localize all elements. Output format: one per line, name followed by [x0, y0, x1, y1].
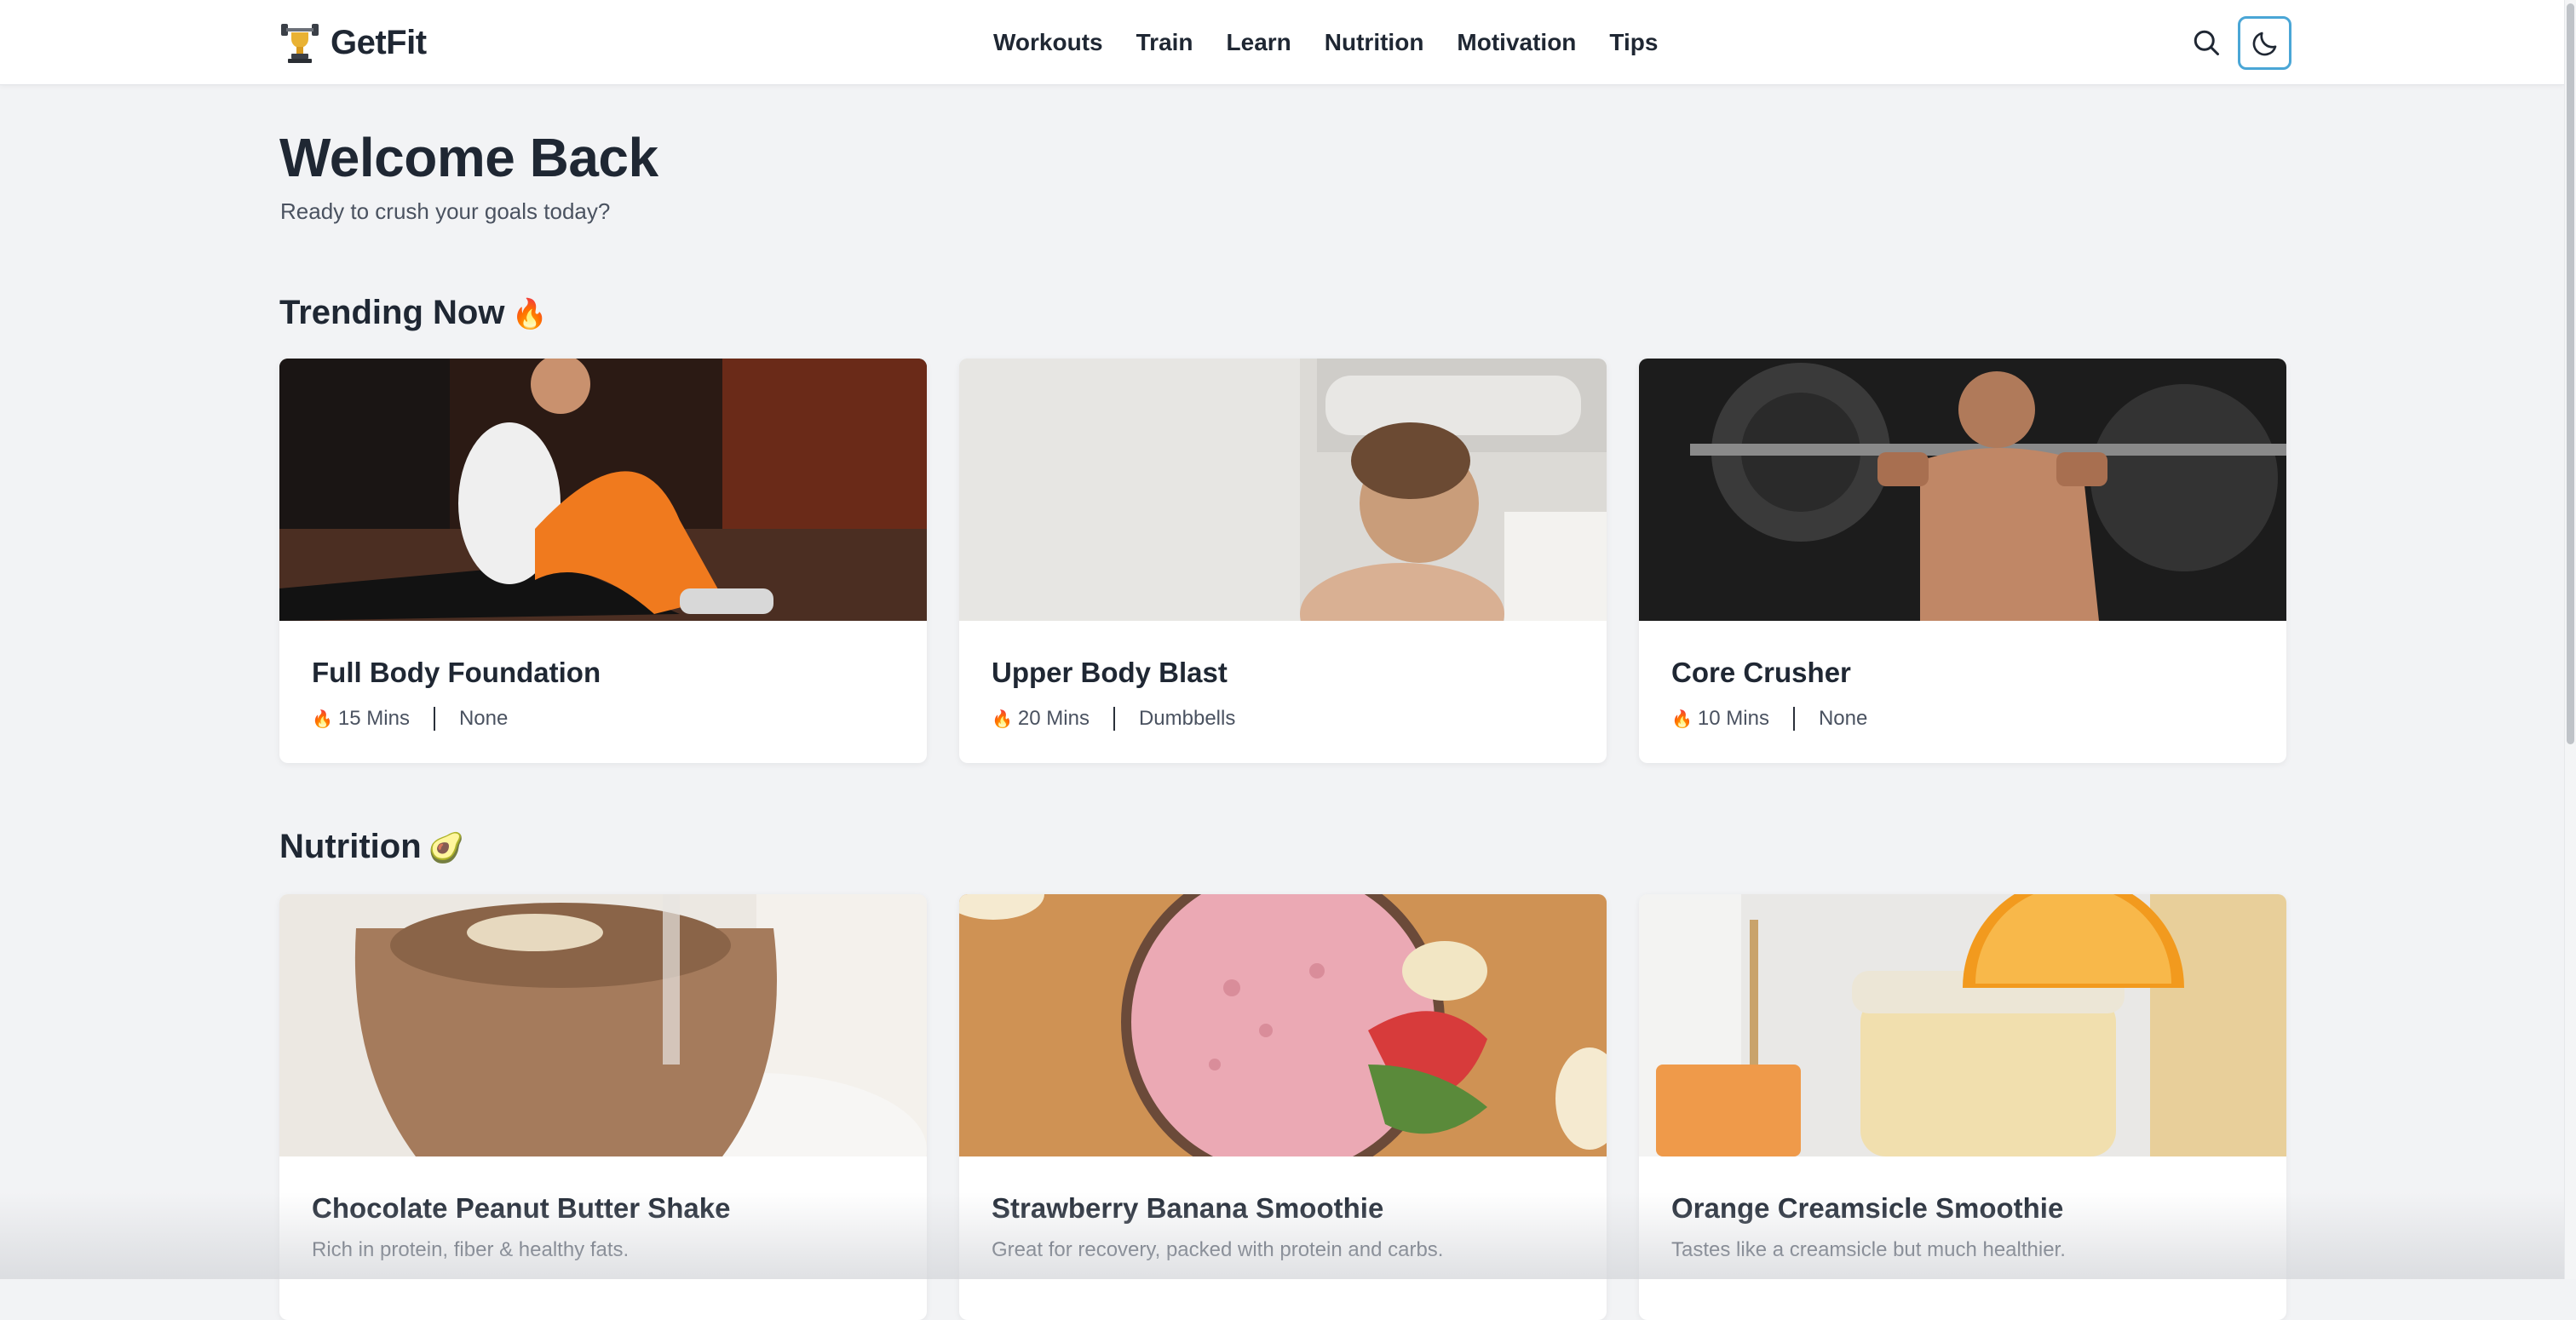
card-equipment: Dumbbells	[1138, 707, 1236, 730]
fire-icon: 🔥	[511, 298, 548, 330]
brand-name: GetFit	[331, 23, 427, 61]
nutrition-section-title: Nutrition 🥑	[279, 828, 464, 866]
workout-image	[1639, 359, 2286, 621]
page-subtitle: Ready to crush your goals today?	[280, 198, 611, 224]
scrollbar-thumb[interactable]	[2567, 3, 2574, 744]
nav-tips[interactable]: Tips	[1609, 29, 1658, 56]
card-description: Tastes like a creamsicle but much health…	[1671, 1238, 2066, 1261]
page-title: Welcome Back	[279, 127, 658, 188]
card-title: Full Body Foundation	[312, 657, 601, 688]
card-duration: 10 Mins	[1697, 707, 1769, 730]
nav-motivation[interactable]: Motivation	[1457, 29, 1576, 56]
theme-toggle-button[interactable]	[2238, 16, 2291, 70]
fire-icon: 🔥	[312, 709, 333, 729]
main-nav: Workouts Train Learn Nutrition Motivatio…	[993, 22, 1658, 63]
fire-icon: 🔥	[1671, 709, 1693, 729]
avocado-icon: 🥑	[428, 832, 464, 864]
card-description: Great for recovery, packed with protein …	[992, 1238, 1444, 1261]
recipe-image	[279, 894, 927, 1156]
recipe-card-chocolate-shake[interactable]: Chocolate Peanut Butter Shake Rich in pr…	[279, 894, 927, 1320]
top-navbar: GetFit Workouts Train Learn Nutrition Mo…	[0, 0, 2564, 85]
search-icon	[2194, 30, 2219, 55]
moon-icon	[2252, 32, 2276, 55]
workout-card-full-body[interactable]: Full Body Foundation 🔥 15 Mins None	[279, 359, 927, 763]
fire-icon: 🔥	[992, 709, 1013, 729]
nutrition-title-text: Nutrition	[279, 828, 422, 865]
trending-title-text: Trending Now	[279, 294, 505, 331]
meta-divider	[1113, 707, 1115, 731]
card-duration: 15 Mins	[337, 707, 410, 730]
nav-learn[interactable]: Learn	[1227, 29, 1291, 56]
card-equipment: None	[458, 707, 509, 730]
trending-section-title: Trending Now 🔥	[279, 294, 548, 332]
card-title: Upper Body Blast	[992, 657, 1228, 688]
card-title: Orange Creamsicle Smoothie	[1671, 1192, 2064, 1224]
nav-train[interactable]: Train	[1136, 29, 1193, 56]
meta-divider	[1792, 707, 1795, 731]
recipe-card-strawberry-banana[interactable]: Strawberry Banana Smoothie Great for rec…	[959, 894, 1607, 1320]
workout-card-upper-body[interactable]: Upper Body Blast 🔥 20 Mins Dumbbells	[959, 359, 1607, 763]
nav-workouts[interactable]: Workouts	[993, 29, 1103, 56]
card-meta: 🔥 10 Mins None	[1671, 706, 1867, 732]
workout-image	[959, 359, 1607, 621]
card-duration: 20 Mins	[1017, 707, 1090, 730]
recipe-image	[959, 894, 1607, 1156]
card-title: Strawberry Banana Smoothie	[992, 1192, 1384, 1224]
recipe-image	[1639, 894, 2286, 1156]
card-meta: 🔥 20 Mins Dumbbells	[992, 706, 1235, 732]
meta-divider	[433, 707, 435, 731]
recipe-card-orange-creamsicle[interactable]: Orange Creamsicle Smoothie Tastes like a…	[1639, 894, 2286, 1320]
workout-card-core-crusher[interactable]: Core Crusher 🔥 10 Mins None	[1639, 359, 2286, 763]
card-meta: 🔥 15 Mins None	[312, 706, 508, 732]
card-equipment: None	[1818, 707, 1868, 730]
search-button[interactable]	[2189, 26, 2223, 60]
card-title: Core Crusher	[1671, 657, 1851, 688]
card-description: Rich in protein, fiber & healthy fats.	[312, 1238, 630, 1261]
brand[interactable]: GetFit	[279, 19, 427, 66]
trophy-dumbbell-icon	[281, 24, 319, 63]
workout-image	[279, 359, 927, 621]
card-title: Chocolate Peanut Butter Shake	[312, 1192, 731, 1224]
nav-nutrition[interactable]: Nutrition	[1325, 29, 1424, 56]
